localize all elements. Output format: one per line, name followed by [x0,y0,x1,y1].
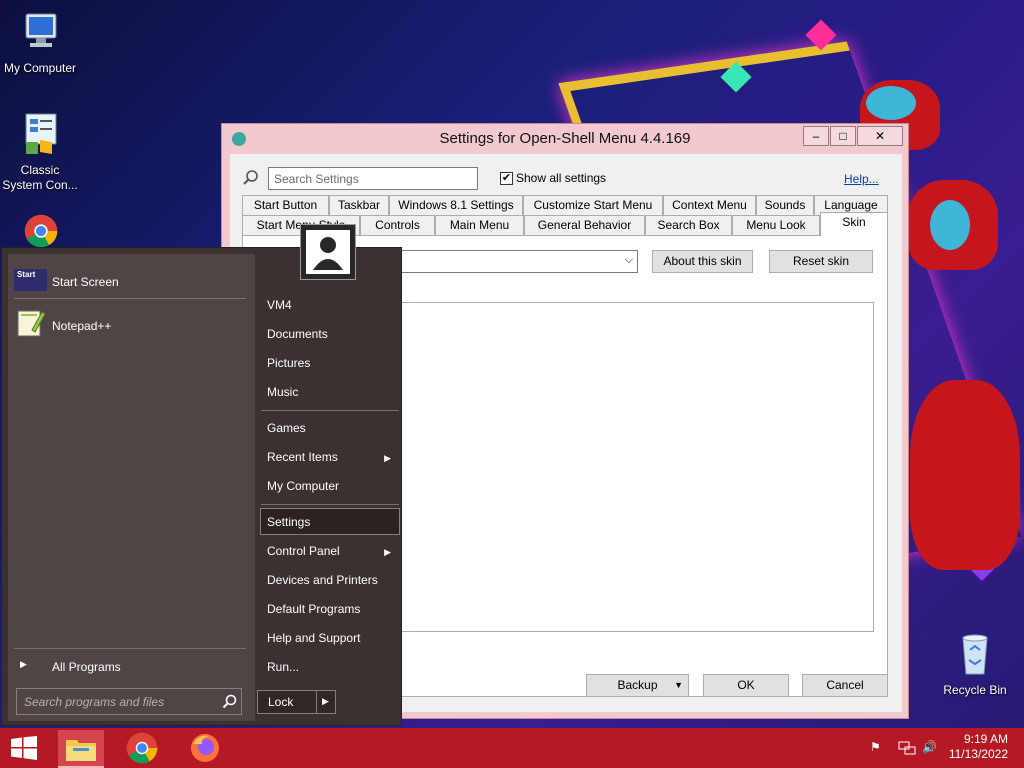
windows-start-icon[interactable] [10,736,38,760]
start-menu-separator [261,410,399,411]
start-item-vm4[interactable]: VM4 [267,298,292,312]
chrome-desktop-icon[interactable] [18,214,64,248]
start-screen-item[interactable]: Start Start Screen [14,266,246,296]
file-explorer-icon [66,740,96,761]
close-button[interactable]: ✕ [857,126,903,146]
search-icon [243,170,258,185]
start-item-run[interactable]: Run... [267,660,299,674]
notepad-plus-plus-label: Notepad++ [52,319,112,333]
start-item-pictures[interactable]: Pictures [267,356,310,370]
help-link[interactable]: Help... [844,172,879,186]
taskbar: ⚑ 🔊 9:19 AM 11/13/2022 [0,728,1024,768]
submenu-arrow-icon: ▶ [384,547,391,557]
maximize-button[interactable]: □ [830,126,856,146]
start-item-devices-and-printers[interactable]: Devices and Printers [267,573,378,587]
start-menu-left-pane: Start Start Screen Notepad++ ▶ All Progr… [8,254,255,721]
network-icon[interactable] [898,740,916,756]
desktop-icon-label: Recycle Bin [943,683,1007,697]
wallpaper-crewmate-visor [930,200,970,250]
tab-taskbar[interactable]: Taskbar [329,195,389,216]
notepad-plus-plus-icon [17,310,46,337]
start-item-my-computer[interactable]: My Computer [267,479,339,493]
volume-icon[interactable]: 🔊 [922,740,938,754]
desktop-icon-recycle-bin[interactable]: Recycle Bin [935,632,1015,697]
tab-windows-81-settings[interactable]: Windows 8.1 Settings [389,195,523,216]
action-center-flag-icon[interactable]: ⚑ [870,740,886,754]
computer-icon [25,13,57,47]
tab-search-box[interactable]: Search Box [645,215,732,236]
tab-customize-start-menu[interactable]: Customize Start Menu [523,195,663,216]
ok-button[interactable]: OK [703,674,789,697]
tab-context-menu[interactable]: Context Menu [663,195,756,216]
lock-label: Lock [268,695,294,709]
tab-skin[interactable]: Skin [820,212,888,236]
user-silhouette-icon [313,237,343,270]
desktop-icon-label: My Computer [3,61,77,75]
start-menu[interactable]: Start Start Screen Notepad++ ▶ All Progr… [1,247,402,726]
all-programs-arrow-icon: ▶ [20,659,27,669]
show-all-settings-label: Show all settings [516,171,607,185]
tab-controls[interactable]: Controls [360,215,435,236]
reset-skin-button[interactable]: Reset skin [769,250,873,273]
dropdown-arrow-icon: ▼ [674,680,683,690]
clock[interactable]: 9:19 AM 11/13/2022 [949,732,1008,762]
tab-sounds[interactable]: Sounds [756,195,814,216]
minimize-button[interactable]: – [803,126,829,146]
start-item-music[interactable]: Music [267,385,298,399]
start-item-games[interactable]: Games [267,421,306,435]
lock-options-arrow-icon[interactable]: ▶ [322,696,329,707]
cancel-button[interactable]: Cancel [802,674,888,697]
start-search-input[interactable]: Search programs and files [16,688,242,715]
search-icon [222,694,237,709]
wallpaper-crewmate-visor [866,86,916,120]
chrome-taskbar-icon[interactable] [126,732,158,764]
lock-divider [316,691,317,713]
start-menu-right-pane: VM4 Documents Pictures Music Games Recen… [255,248,401,725]
start-item-recent-items[interactable]: Recent Items [267,450,338,464]
start-menu-separator [14,648,246,649]
tab-menu-look[interactable]: Menu Look [732,215,820,236]
show-all-settings-checkbox[interactable]: ✔ [500,172,513,185]
backup-label: Backup [617,678,658,692]
recycle-bin-icon [962,634,988,675]
wallpaper-crewmate [910,380,1020,570]
desktop-icon-my-computer[interactable]: My Computer [0,10,80,75]
tab-main-menu[interactable]: Main Menu [435,215,524,236]
start-menu-separator [14,298,246,299]
tab-start-button[interactable]: Start Button [242,195,329,216]
all-programs-label: All Programs [52,660,121,674]
notepad-plus-plus-item[interactable]: Notepad++ [14,306,246,340]
desktop-icon-classic-system-control[interactable]: Classic System Con... [0,112,80,193]
start-screen-icon: Start [14,269,47,291]
control-panel-icon [25,113,57,154]
submenu-arrow-icon: ▶ [384,453,391,463]
search-settings-input[interactable]: Search Settings [268,167,478,190]
start-item-documents[interactable]: Documents [267,327,328,341]
start-item-settings[interactable]: Settings [267,515,310,529]
lock-button[interactable]: Lock ▶ [257,690,336,714]
user-avatar[interactable] [300,224,356,280]
start-item-help-and-support[interactable]: Help and Support [267,631,360,645]
desktop-icon-label: Classic System Con... [2,163,78,192]
backup-button[interactable]: Backup ▼ [586,674,689,697]
clock-date: 11/13/2022 [948,747,1008,761]
start-screen-label: Start Screen [52,275,119,289]
all-programs-item[interactable]: ▶ All Programs [14,654,246,678]
start-item-control-panel[interactable]: Control Panel [267,544,340,558]
taskbar-file-explorer[interactable] [58,730,104,768]
start-menu-separator [261,504,399,505]
clock-time: 9:19 AM [963,732,1008,746]
tab-general-behavior[interactable]: General Behavior [524,215,645,236]
avatar-frame [306,230,350,274]
about-this-skin-button[interactable]: About this skin [652,250,753,273]
start-item-default-programs[interactable]: Default Programs [267,602,360,616]
firefox-taskbar-icon[interactable] [189,732,221,764]
chevron-down-icon: ⌵ [624,254,633,266]
